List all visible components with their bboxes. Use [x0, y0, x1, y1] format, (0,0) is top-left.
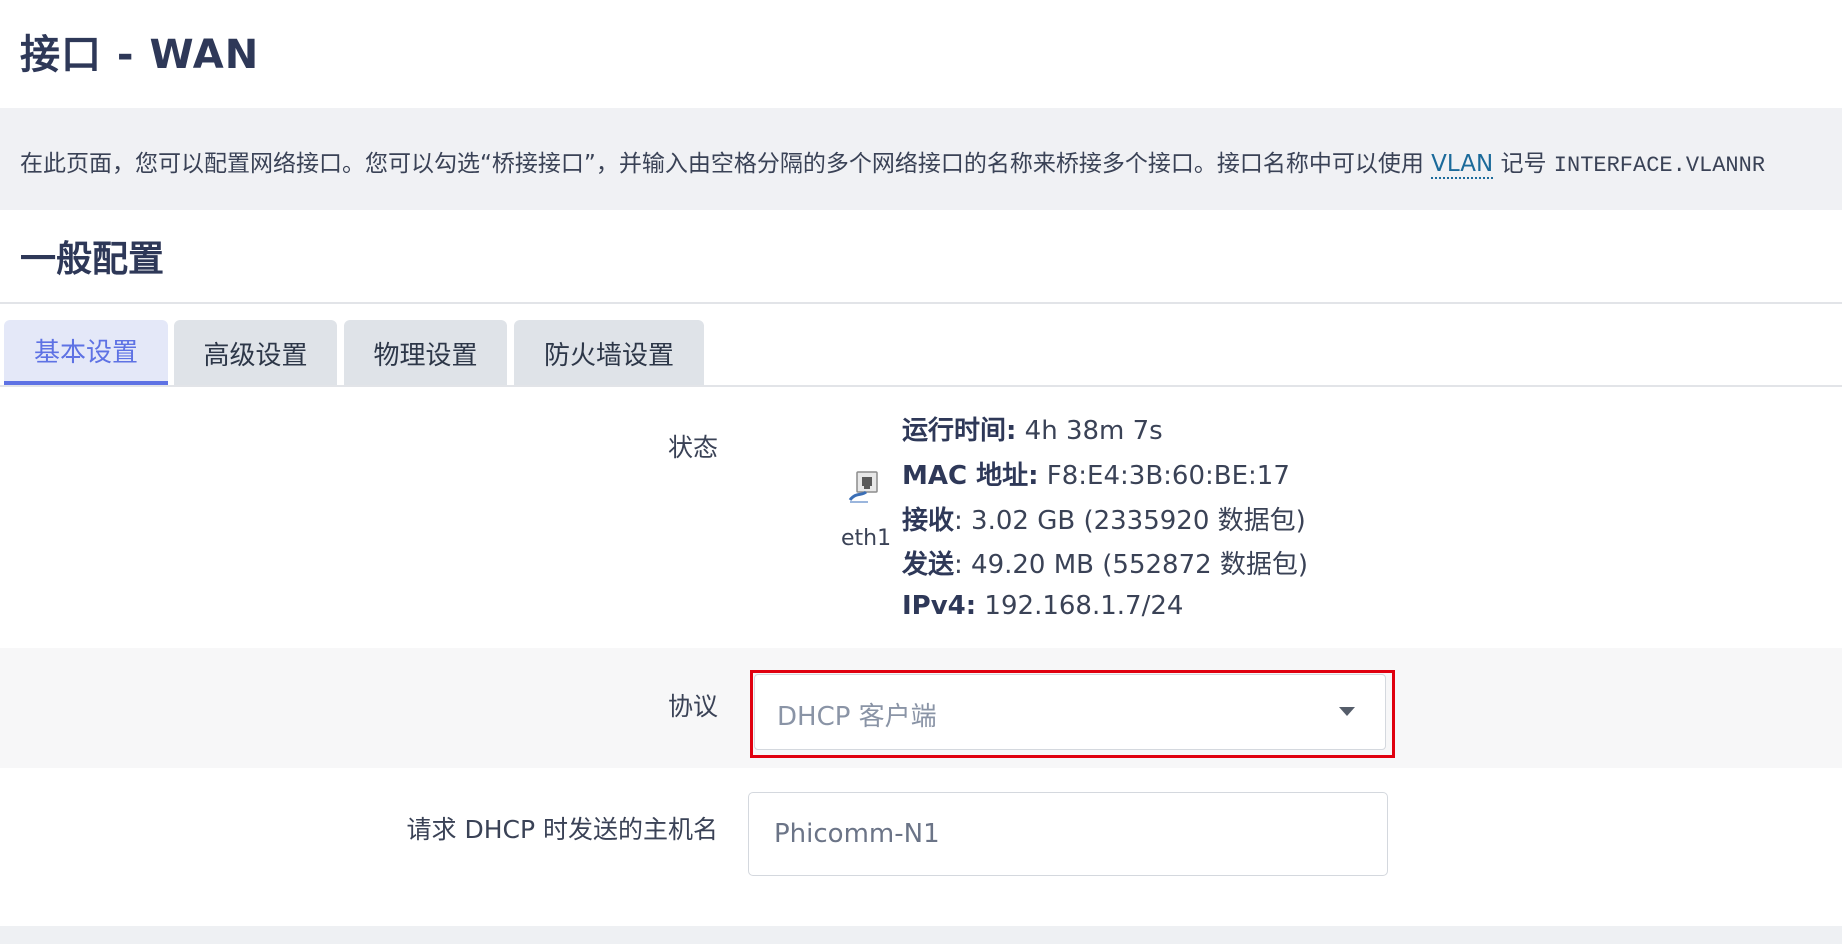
tab-advanced-settings[interactable]: 高级设置	[174, 320, 337, 386]
section-divider	[0, 302, 1842, 304]
network-port-icon	[848, 471, 878, 503]
status-ipv4-key: IPv4:	[902, 591, 977, 621]
interface-name: eth1	[841, 526, 892, 551]
protocol-select[interactable]: DHCP 客户端	[754, 674, 1386, 750]
protocol-label: 协议	[667, 692, 718, 721]
page: 接口 - WAN 在此页面，您可以配置网络接口。您可以勾选“桥接接口”，并输入由…	[0, 0, 1842, 944]
description-text-mid: 记号	[1493, 151, 1554, 177]
status-mac: MAC 地址: F8:E4:3B:60:BE:17	[902, 455, 1290, 492]
status-mac-value: F8:E4:3B:60:BE:17	[1038, 461, 1290, 491]
description-code: INTERFACE.VLANNR	[1553, 153, 1766, 178]
status-rx-value: : 3.02 GB (2335920 数据包)	[954, 506, 1306, 536]
page-description: 在此页面，您可以配置网络接口。您可以勾选“桥接接口”，并输入由空格分隔的多个网络…	[20, 144, 1766, 179]
protocol-selected-value: DHCP 客户端	[777, 702, 937, 732]
status-tx-key: 发送	[902, 550, 955, 580]
page-title: 接口 - WAN	[20, 32, 260, 78]
status-rx-key: 接收	[902, 506, 955, 536]
status-uptime-value: 4h 38m 7s	[1016, 416, 1163, 446]
chevron-down-icon	[1339, 707, 1355, 716]
status-tx: 发送: 49.20 MB (552872 数据包)	[902, 544, 1308, 581]
status-tx-value: : 49.20 MB (552872 数据包)	[954, 550, 1309, 580]
status-uptime-key: 运行时间:	[902, 416, 1017, 446]
description-text: 在此页面，您可以配置网络接口。您可以勾选“桥接接口”，并输入由空格分隔的多个网络…	[20, 151, 1432, 177]
hostname-label: 请求 DHCP 时发送的主机名	[406, 815, 718, 844]
hostname-input[interactable]	[748, 792, 1388, 876]
status-uptime: 运行时间: 4h 38m 7s	[902, 410, 1163, 447]
tab-physical-settings[interactable]: 物理设置	[344, 320, 507, 386]
section-title: 一般配置	[20, 239, 165, 280]
status-ipv4: IPv4: 192.168.1.7/24	[902, 591, 1183, 621]
tabs-divider	[0, 385, 1842, 387]
status-label: 状态	[667, 433, 718, 462]
tab-firewall-settings[interactable]: 防火墙设置	[514, 320, 704, 386]
bottom-divider	[0, 926, 1842, 944]
status-mac-key: MAC 地址:	[902, 461, 1039, 491]
vlan-link[interactable]: VLAN	[1431, 151, 1494, 179]
status-rx: 接收: 3.02 GB (2335920 数据包)	[902, 500, 1306, 537]
status-ipv4-value: 192.168.1.7/24	[976, 591, 1184, 621]
tab-basic-settings[interactable]: 基本设置	[4, 320, 168, 386]
